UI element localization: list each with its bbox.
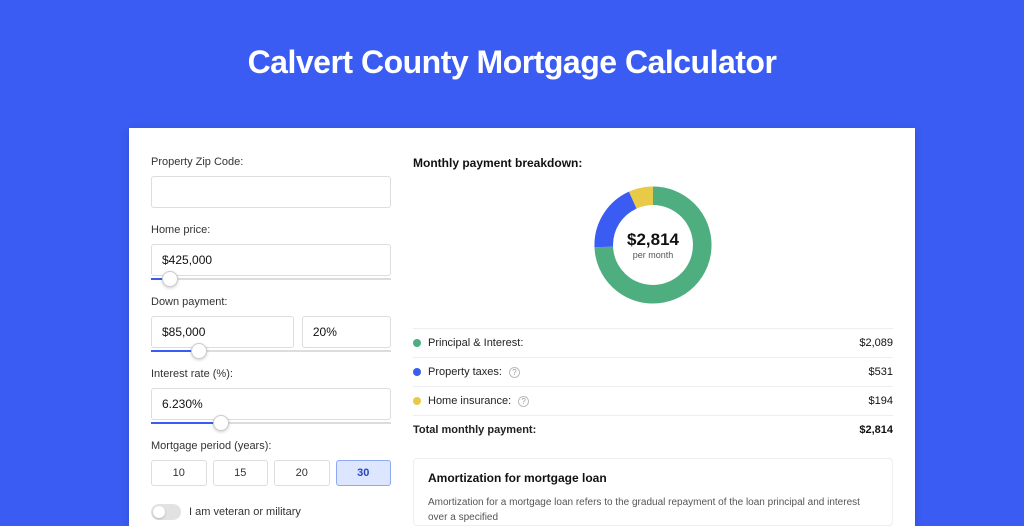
breakdown-value: $2,089 bbox=[859, 337, 893, 349]
period-field-group: Mortgage period (years): 10152030 bbox=[151, 440, 391, 486]
down-payment-slider-thumb[interactable] bbox=[191, 343, 207, 359]
zip-label: Property Zip Code: bbox=[151, 156, 391, 168]
period-btn-15[interactable]: 15 bbox=[213, 460, 269, 486]
interest-slider-thumb[interactable] bbox=[213, 415, 229, 431]
veteran-toggle[interactable] bbox=[151, 504, 181, 520]
breakdown-column: Monthly payment breakdown: $2,814 per mo… bbox=[413, 156, 893, 526]
zip-field-group: Property Zip Code: bbox=[151, 156, 391, 208]
period-btn-30[interactable]: 30 bbox=[336, 460, 392, 486]
info-icon[interactable]: ? bbox=[509, 367, 520, 378]
home-price-label: Home price: bbox=[151, 224, 391, 236]
veteran-row: I am veteran or military bbox=[151, 504, 391, 520]
home-price-slider[interactable] bbox=[151, 278, 391, 280]
period-buttons: 10152030 bbox=[151, 460, 391, 486]
donut-sub: per month bbox=[633, 250, 674, 260]
color-dot bbox=[413, 339, 421, 347]
home-price-input[interactable] bbox=[151, 244, 391, 276]
breakdown-value: $194 bbox=[869, 395, 893, 407]
veteran-label: I am veteran or military bbox=[189, 506, 301, 518]
down-payment-slider[interactable] bbox=[151, 350, 391, 352]
down-payment-label: Down payment: bbox=[151, 296, 391, 308]
interest-slider-fill bbox=[151, 422, 221, 424]
donut-chart-wrap: $2,814 per month bbox=[413, 180, 893, 310]
form-column: Property Zip Code: Home price: Down paym… bbox=[151, 156, 391, 526]
calculator-card: Property Zip Code: Home price: Down paym… bbox=[129, 128, 915, 526]
breakdown-label: Home insurance: bbox=[428, 395, 511, 407]
breakdown-label: Principal & Interest: bbox=[428, 337, 523, 349]
amortization-box: Amortization for mortgage loan Amortizat… bbox=[413, 458, 893, 526]
color-dot bbox=[413, 397, 421, 405]
total-value: $2,814 bbox=[859, 424, 893, 436]
page-title: Calvert County Mortgage Calculator bbox=[0, 0, 1024, 81]
breakdown-row: Property taxes:? $531 bbox=[413, 357, 893, 386]
home-price-field-group: Home price: bbox=[151, 224, 391, 280]
donut-center: $2,814 per month bbox=[588, 180, 718, 310]
amortization-text: Amortization for a mortgage loan refers … bbox=[428, 495, 878, 525]
breakdown-row: Home insurance:? $194 bbox=[413, 386, 893, 415]
down-payment-input[interactable] bbox=[151, 316, 294, 348]
interest-slider[interactable] bbox=[151, 422, 391, 424]
period-btn-20[interactable]: 20 bbox=[274, 460, 330, 486]
info-icon[interactable]: ? bbox=[518, 396, 529, 407]
period-label: Mortgage period (years): bbox=[151, 440, 391, 452]
color-dot bbox=[413, 368, 421, 376]
interest-field-group: Interest rate (%): bbox=[151, 368, 391, 424]
home-price-slider-thumb[interactable] bbox=[162, 271, 178, 287]
donut-amount: $2,814 bbox=[627, 230, 679, 250]
total-row: Total monthly payment: $2,814 bbox=[413, 415, 893, 444]
down-payment-pct-input[interactable] bbox=[302, 316, 391, 348]
interest-label: Interest rate (%): bbox=[151, 368, 391, 380]
breakdown-value: $531 bbox=[869, 366, 893, 378]
donut-chart: $2,814 per month bbox=[588, 180, 718, 310]
breakdown-title: Monthly payment breakdown: bbox=[413, 156, 893, 170]
period-btn-10[interactable]: 10 bbox=[151, 460, 207, 486]
breakdown-row: Principal & Interest: $2,089 bbox=[413, 328, 893, 357]
zip-input[interactable] bbox=[151, 176, 391, 208]
down-payment-field-group: Down payment: bbox=[151, 296, 391, 352]
amortization-title: Amortization for mortgage loan bbox=[428, 471, 878, 485]
breakdown-label: Property taxes: bbox=[428, 366, 502, 378]
interest-input[interactable] bbox=[151, 388, 391, 420]
total-label: Total monthly payment: bbox=[413, 424, 536, 436]
